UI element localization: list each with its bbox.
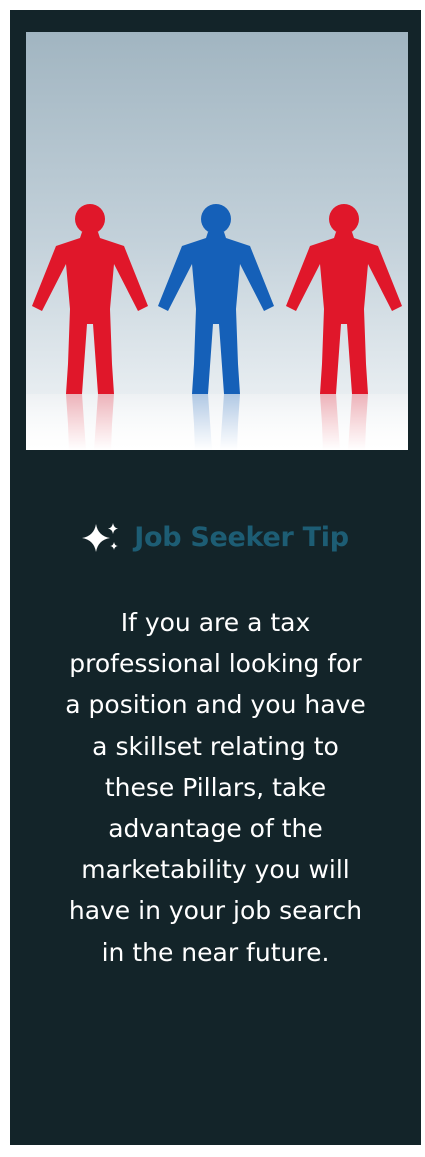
tip-title: Job Seeker Tip [134,521,349,553]
sparkle-icon [82,520,122,554]
tip-heading: Job Seeker Tip [10,515,421,559]
figures-photo [26,32,408,450]
tip-card: Job Seeker Tip If you are a tax professi… [10,10,421,1145]
tip-body: If you are a tax professional looking fo… [65,608,366,967]
